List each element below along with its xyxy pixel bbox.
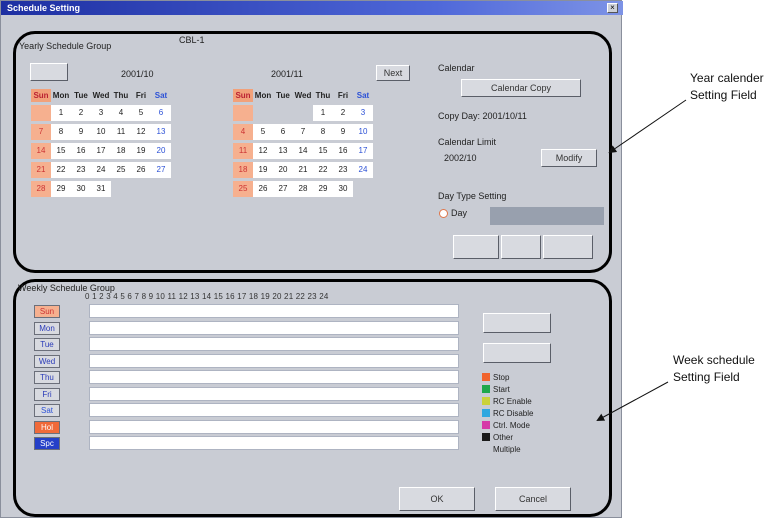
annotation-arrows [596, 99, 687, 421]
year-calendar-annotation: Year calender Setting Field [690, 71, 764, 102]
week-schedule-annotation: Week schedule Setting Field [673, 353, 755, 384]
year-field-arrow [608, 99, 687, 154]
week-field-arrow [596, 381, 669, 421]
